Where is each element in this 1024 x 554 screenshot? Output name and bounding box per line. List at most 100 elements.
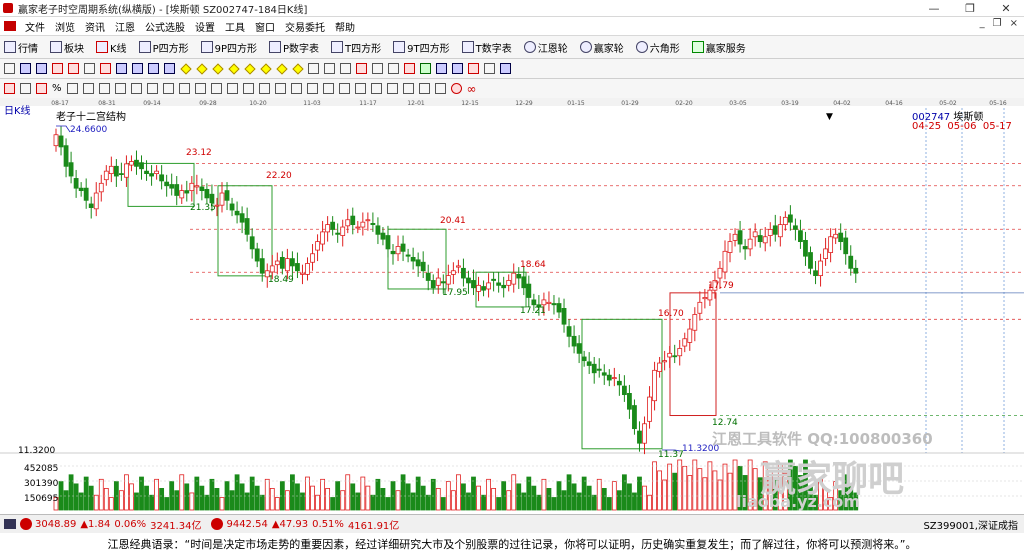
percent-icon[interactable]: %	[52, 83, 62, 94]
candle-up	[179, 190, 185, 199]
speed-icon[interactable]	[354, 83, 366, 94]
page-icon[interactable]	[36, 63, 47, 74]
prev-icon[interactable]	[132, 63, 143, 74]
diamond-icon-2[interactable]	[196, 62, 208, 75]
print-icon[interactable]	[468, 63, 479, 74]
delete-icon[interactable]	[434, 83, 446, 94]
color-icon[interactable]	[450, 83, 462, 94]
maximize-button[interactable]: ❐	[952, 0, 988, 16]
infinity-icon[interactable]: ∞	[467, 82, 477, 96]
candle-icon[interactable]	[68, 63, 79, 74]
network-icon[interactable]	[500, 63, 511, 74]
winner-service-button[interactable]: 赢家服务	[688, 40, 746, 55]
forward-icon[interactable]	[164, 63, 175, 74]
vline-icon[interactable]	[130, 83, 142, 94]
gann-icon[interactable]	[370, 83, 382, 94]
cross-icon[interactable]	[20, 63, 31, 74]
ellipse-icon[interactable]	[274, 83, 286, 94]
diamond-icon-7[interactable]	[276, 62, 288, 75]
minimize-button[interactable]: —	[916, 0, 952, 16]
menu-help[interactable]: 帮助	[330, 19, 360, 34]
flag-icon[interactable]	[100, 63, 111, 74]
diamond-icon-5[interactable]	[244, 62, 256, 75]
mdi-minimize-button[interactable]: _	[980, 18, 985, 29]
calc-icon[interactable]	[420, 63, 431, 74]
erase-icon[interactable]	[418, 83, 430, 94]
mdi-restore-button[interactable]: ❐	[993, 18, 1002, 29]
candle-up	[692, 314, 698, 331]
volume-icon[interactable]	[36, 83, 47, 94]
diamond-icon-4[interactable]	[228, 62, 240, 75]
plus-icon[interactable]	[340, 63, 351, 74]
candle-down	[466, 277, 471, 284]
bar-chart-icon[interactable]	[20, 83, 31, 94]
menu-window[interactable]: 窗口	[250, 19, 280, 34]
disk-icon[interactable]	[452, 63, 463, 74]
date-tick-label: 09-14	[143, 100, 161, 107]
menu-browse[interactable]: 浏览	[50, 19, 80, 34]
menu-file[interactable]: 文件	[20, 19, 50, 34]
9p-square-button[interactable]: 9P四方形	[197, 40, 257, 55]
shape-icon[interactable]	[372, 63, 383, 74]
9t-square-button[interactable]: 9T四方形	[389, 40, 450, 55]
lines-icon[interactable]	[322, 83, 334, 94]
volume-bar	[365, 485, 371, 511]
p-number-table-button[interactable]: P数字表	[265, 40, 319, 55]
menu-settings[interactable]: 设置	[190, 19, 220, 34]
angle-icon[interactable]	[194, 83, 206, 94]
menu-news[interactable]: 资讯	[80, 19, 110, 34]
back-icon[interactable]	[148, 63, 159, 74]
close-button[interactable]: ✕	[988, 0, 1024, 16]
hexagon-button[interactable]: 六角形	[632, 40, 680, 55]
square-icon[interactable]	[210, 83, 222, 94]
price-icon[interactable]	[402, 83, 414, 94]
p-square-button[interactable]: P四方形	[135, 40, 189, 55]
candle-up	[828, 236, 834, 253]
arc-icon[interactable]	[258, 83, 270, 94]
kline-chart-area[interactable]: 08-17 08-31 09-14 09-28 10-20 11-03 11-17 12-01…	[0, 98, 1024, 514]
wave-icon[interactable]	[82, 83, 94, 94]
menu-formula[interactable]: 公式选股	[140, 19, 190, 34]
rect-icon[interactable]	[306, 83, 318, 94]
hand-icon[interactable]	[324, 63, 335, 74]
t-square-button[interactable]: T四方形	[327, 40, 381, 55]
tri-icon[interactable]	[290, 83, 302, 94]
grid2-icon[interactable]	[242, 83, 254, 94]
t-number-table-button[interactable]: T数字表	[458, 40, 512, 55]
diamond-icon-1[interactable]	[180, 62, 192, 75]
cycle-icon[interactable]	[178, 83, 190, 94]
menu-gann[interactable]: 江恩	[110, 19, 140, 34]
hline-icon[interactable]	[114, 83, 126, 94]
diamond-icon-6[interactable]	[260, 62, 272, 75]
first-icon[interactable]	[116, 63, 127, 74]
table-icon[interactable]	[308, 63, 319, 74]
fan-icon[interactable]	[226, 83, 238, 94]
channel-icon[interactable]	[98, 83, 110, 94]
box-icon[interactable]	[162, 83, 174, 94]
menu-tools[interactable]: 工具	[220, 19, 250, 34]
time-icon[interactable]	[386, 83, 398, 94]
diamond-icon-3[interactable]	[212, 62, 224, 75]
gann-wheel-button[interactable]: 江恩轮	[520, 40, 568, 55]
kline-button[interactable]: K线	[92, 40, 127, 55]
zigzag-icon[interactable]	[4, 83, 15, 94]
line-icon[interactable]	[84, 63, 95, 74]
mdi-close-button[interactable]: ×	[1010, 18, 1018, 29]
chat-icon[interactable]	[484, 63, 495, 74]
layout-icon[interactable]	[4, 63, 15, 74]
sector-button[interactable]: 板块	[46, 40, 84, 55]
fib-icon[interactable]	[146, 83, 158, 94]
grid-icon-small[interactable]	[4, 519, 16, 529]
diamond-icon-8[interactable]	[292, 62, 304, 75]
dropdown-icon[interactable]: ▼	[826, 112, 833, 122]
ruler-icon[interactable]	[338, 83, 350, 94]
save-icon[interactable]	[436, 63, 447, 74]
winner-wheel-button[interactable]: 赢家轮	[576, 40, 624, 55]
pen-icon[interactable]	[356, 63, 367, 74]
text-icon[interactable]	[388, 63, 399, 74]
menu-trade[interactable]: 交易委托	[280, 19, 330, 34]
quotes-button[interactable]: 行情	[0, 40, 38, 55]
stamp-icon[interactable]	[404, 63, 415, 74]
slash-icon[interactable]	[66, 83, 78, 94]
bars-icon[interactable]	[52, 63, 63, 74]
